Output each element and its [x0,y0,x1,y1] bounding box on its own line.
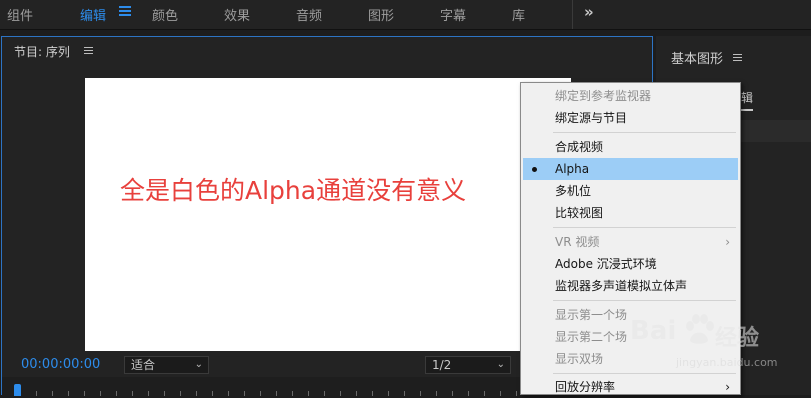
menu-item-multi-camera[interactable]: 多机位 [523,180,738,202]
menu-separator [553,227,736,228]
tab-color[interactable]: 颜色 [152,5,178,24]
tab-graphics[interactable]: 图形 [368,5,394,24]
annotation-text: 全是白色的Alpha通道没有意义 [120,176,467,205]
tab-audio[interactable]: 音频 [296,5,322,24]
tab-editing[interactable]: 编辑 [80,5,106,24]
menu-item-bind-reference-monitor[interactable]: 绑定到参考监视器 [523,85,738,107]
video-preview[interactable]: 全是白色的Alpha通道没有意义 [85,78,571,351]
chevron-down-icon: ⌄ [194,359,203,370]
menu-separator [553,132,736,133]
menu-item-composite-video[interactable]: 合成视频 [523,136,738,158]
watermark-brand: Bai [630,316,677,346]
menu-item-multichannel-stereo[interactable]: 监视器多声道模拟立体声 [523,275,738,297]
panel-toolbar [741,120,811,142]
zoom-level-select[interactable]: 适合 ⌄ [124,356,209,374]
panel-menu-icon[interactable] [84,47,93,55]
playhead-timecode[interactable]: 00:00:00:00 [21,357,100,372]
tab-libraries[interactable]: 库 [512,5,525,24]
paw-logo-icon [686,314,714,344]
panel-title[interactable]: 基本图形 [671,48,723,67]
tab-edit[interactable]: 辑 [741,89,754,111]
workspace-bar: 组件 编辑 颜色 效果 音频 图形 字幕 库 » [0,0,811,30]
menu-item-comparison-view[interactable]: 比较视图 [523,202,738,224]
selected-bullet-icon [532,167,537,172]
overflow-chevron-icon[interactable]: » [584,3,594,21]
menu-item-vr-video[interactable]: VR 视频 › [523,231,738,253]
workspace-menu-icon[interactable] [119,4,131,18]
menu-separator [553,300,736,301]
tab-assembly[interactable]: 组件 [7,5,33,24]
submenu-arrow-icon: › [725,235,730,249]
chevron-down-icon: ⌄ [496,359,505,370]
watermark-url: jingyan.baidu.com [676,356,778,369]
menu-item-adobe-immersive[interactable]: Adobe 沉浸式环境 [523,253,738,275]
playback-resolution-select[interactable]: 1/2 ⌄ [425,356,511,374]
menu-item-bind-source-program[interactable]: 绑定源与节目 [523,107,738,129]
panel-title[interactable]: 节目: 序列 [14,43,70,60]
tab-effects[interactable]: 效果 [224,5,250,24]
baidu-jingyan-watermark: Bai 经验 jingyan.baidu.com [630,306,790,376]
menu-item-alpha[interactable]: Alpha [523,158,738,180]
tab-divider [572,0,573,29]
resolution-value: 1/2 [432,358,452,372]
zoom-level-value: 适合 [131,358,156,372]
playhead-marker[interactable] [14,384,21,396]
watermark-jingyan: 经验 [715,326,760,351]
panel-menu-icon[interactable] [733,54,742,62]
tab-captions[interactable]: 字幕 [440,5,466,24]
